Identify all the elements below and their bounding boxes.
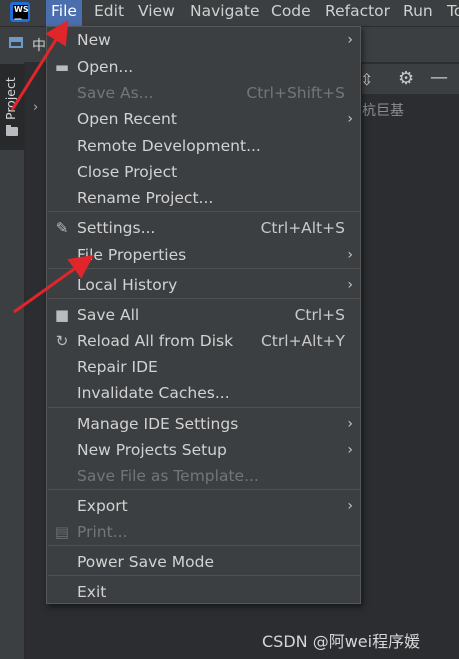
menu-item-label: Save File as Template... — [77, 467, 259, 485]
submenu-arrow-icon: › — [347, 32, 353, 48]
menu-edit[interactable]: Edit — [89, 0, 129, 26]
menu-separator — [48, 489, 361, 490]
logo-dash: — — [14, 14, 22, 23]
menu-item-label: Close Project — [77, 163, 178, 181]
menu-item-save-as[interactable]: Save As... Ctrl+Shift+S — [47, 80, 360, 106]
menu-tools[interactable]: To — [442, 0, 459, 26]
menu-item-label: Save All — [77, 306, 140, 324]
menu-item-save-file-as-template[interactable]: Save File as Template... — [47, 463, 360, 489]
watermark: CSDN @阿wei程序媛 — [262, 632, 421, 651]
menu-item-new-projects-setup[interactable]: New Projects Setup › — [47, 437, 360, 463]
menu-item-label: Manage IDE Settings — [77, 415, 239, 433]
menu-item-repair-ide[interactable]: Repair IDE — [47, 354, 360, 380]
submenu-arrow-icon: › — [347, 111, 353, 127]
file-menu-dropdown: New › ▬ Open... Save As... Ctrl+Shift+S Open R… — [46, 26, 361, 604]
menu-item-label: New Projects Setup — [77, 441, 227, 459]
menu-item-close-project[interactable]: Close Project — [47, 159, 360, 185]
menu-item-exit[interactable]: Exit — [47, 579, 360, 605]
breadcrumb[interactable]: 中 — [32, 35, 46, 55]
menu-refactor[interactable]: Refactor — [320, 0, 395, 26]
wrench-icon: ✎ — [55, 219, 69, 237]
menu-item-local-history[interactable]: Local History › — [47, 272, 360, 298]
print-icon: ▤ — [54, 523, 70, 541]
menu-item-new[interactable]: New › — [47, 27, 360, 53]
menu-item-open-recent[interactable]: Open Recent › — [47, 106, 360, 132]
submenu-arrow-icon: › — [347, 498, 353, 514]
menu-item-label: Remote Development... — [77, 137, 261, 155]
menu-item-label: Power Save Mode — [77, 553, 214, 571]
project-tab-label: Project — [3, 77, 18, 121]
submenu-arrow-icon: › — [347, 416, 353, 432]
menu-item-label: Print... — [77, 523, 128, 541]
menu-item-invalidate-caches[interactable]: Invalidate Caches... — [47, 380, 360, 406]
menu-separator — [48, 211, 361, 212]
reload-icon: ↻ — [55, 332, 69, 350]
save-icon: ■ — [54, 306, 70, 324]
menu-item-label: Rename Project... — [77, 189, 214, 207]
menu-bar: WS — File Edit View Navigate Code Refacto… — [0, 0, 459, 27]
menu-item-shortcut: Ctrl+Alt+Y — [260, 332, 345, 350]
menu-navigate[interactable]: Navigate — [185, 0, 265, 26]
menu-item-label: Open Recent — [77, 110, 177, 128]
menu-item-reload-all-from-disk[interactable]: ↻ Reload All from Disk Ctrl+Alt+Y — [47, 328, 360, 354]
minimize-icon[interactable]: — — [430, 67, 448, 88]
menu-run[interactable]: Run — [398, 0, 438, 26]
menu-item-shortcut: Ctrl+S — [294, 306, 345, 324]
menu-view[interactable]: View — [133, 0, 180, 26]
menu-item-label: Local History — [77, 276, 178, 294]
menu-item-label: Save As... — [77, 84, 154, 102]
menu-item-rename-project[interactable]: Rename Project... — [47, 185, 360, 211]
submenu-arrow-icon: › — [347, 442, 353, 458]
menu-item-label: New — [77, 31, 111, 49]
menu-item-label: Reload All from Disk — [77, 332, 234, 350]
left-tool-strip — [0, 62, 25, 659]
menu-separator — [48, 545, 361, 546]
folder-open-icon: ▬ — [54, 58, 70, 76]
menu-item-manage-ide-settings[interactable]: Manage IDE Settings › — [47, 411, 360, 437]
menu-separator — [48, 268, 361, 269]
collapse-all-icon[interactable]: ⇳ — [360, 70, 373, 89]
menu-item-shortcut: Ctrl+Alt+S — [260, 219, 345, 237]
menu-item-label: Repair IDE — [77, 358, 158, 376]
menu-item-settings[interactable]: ✎ Settings... Ctrl+Alt+S — [47, 215, 360, 241]
menu-item-shortcut: Ctrl+Shift+S — [246, 84, 345, 102]
menu-item-label: Exit — [77, 583, 107, 601]
menu-item-export[interactable]: Export › — [47, 493, 360, 519]
menu-item-remote-development[interactable]: Remote Development... — [47, 133, 360, 159]
menu-item-label: Open... — [77, 58, 134, 76]
menu-code[interactable]: Code — [266, 0, 316, 26]
menu-separator — [48, 298, 361, 299]
menu-item-open[interactable]: ▬ Open... — [47, 54, 360, 80]
folder-icon[interactable] — [6, 125, 18, 136]
webstorm-logo-icon[interactable]: WS — — [10, 2, 30, 23]
menu-separator — [48, 407, 361, 408]
expand-arrow-icon[interactable]: › — [33, 100, 38, 115]
project-window-icon — [9, 37, 23, 48]
menu-item-label: Export — [77, 497, 128, 515]
menu-item-label: Settings... — [77, 219, 156, 237]
menu-item-save-all[interactable]: ■ Save All Ctrl+S — [47, 302, 360, 328]
menu-file[interactable]: File — [46, 0, 82, 26]
menu-item-power-save-mode[interactable]: Power Save Mode — [47, 549, 360, 575]
gear-icon[interactable]: ⚙ — [398, 68, 414, 89]
menu-separator — [48, 575, 361, 576]
project-tree-item-text[interactable]: 杭巨基 — [362, 100, 404, 120]
menu-item-file-properties[interactable]: File Properties › — [47, 242, 360, 268]
menu-item-print[interactable]: ▤ Print... — [47, 519, 360, 545]
menu-item-label: Invalidate Caches... — [77, 384, 230, 402]
menu-item-label: File Properties — [77, 246, 187, 264]
logo-text: WS — [14, 5, 29, 14]
submenu-arrow-icon: › — [347, 247, 353, 263]
submenu-arrow-icon: › — [347, 277, 353, 293]
